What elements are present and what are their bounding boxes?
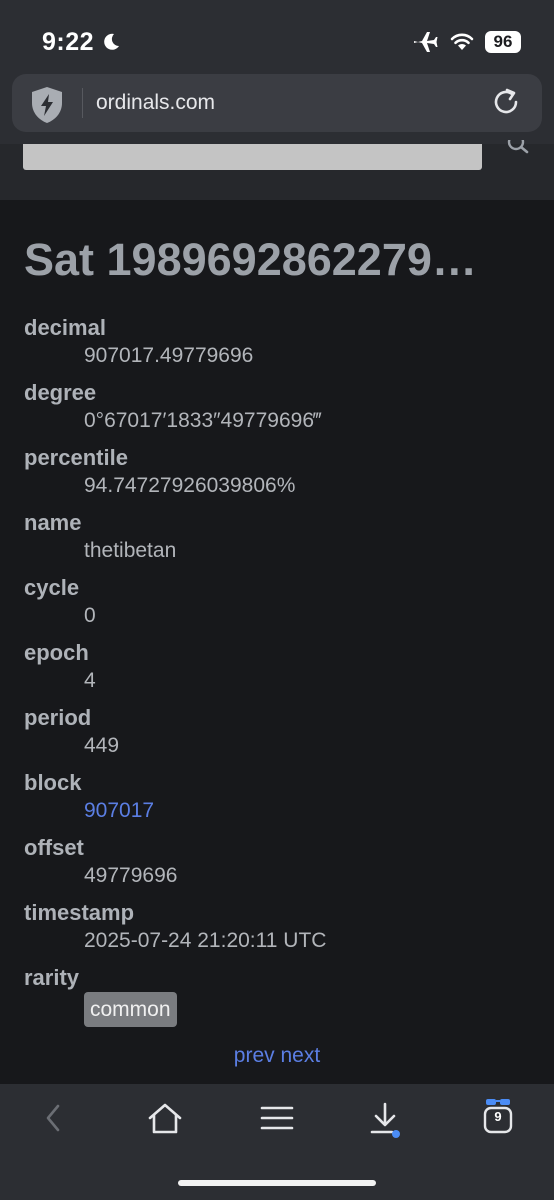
menu-button[interactable] bbox=[252, 1098, 302, 1142]
home-indicator[interactable] bbox=[178, 1180, 376, 1186]
field-value-cycle: 0 bbox=[84, 604, 96, 627]
field-label-name: name bbox=[24, 510, 82, 535]
search-icon[interactable] bbox=[506, 140, 532, 156]
home-icon bbox=[148, 1103, 182, 1134]
field-label-offset: offset bbox=[24, 835, 84, 860]
field-value-period: 449 bbox=[84, 734, 120, 757]
sat-detail: Sat 1989692862279… decimal 907017.497796… bbox=[0, 200, 554, 1084]
airplane-icon bbox=[414, 32, 438, 52]
back-button[interactable] bbox=[28, 1098, 78, 1142]
battery-level: 96 bbox=[485, 31, 521, 53]
next-link[interactable]: next bbox=[281, 1044, 321, 1067]
url-text[interactable]: ordinals.com bbox=[96, 91, 215, 115]
home-button[interactable] bbox=[140, 1098, 190, 1142]
tabs-button[interactable]: 9 bbox=[482, 1098, 532, 1142]
field-value-degree: 0°67017′1833″49779696‴ bbox=[84, 409, 322, 432]
field-label-epoch: epoch bbox=[24, 640, 89, 665]
download-icon bbox=[370, 1102, 396, 1134]
field-value-timestamp: 2025-07-24 21:20:11 UTC bbox=[84, 929, 327, 952]
field-label-percentile: percentile bbox=[24, 445, 128, 470]
field-label-period: period bbox=[24, 705, 92, 730]
prev-link[interactable]: prev bbox=[234, 1044, 275, 1067]
reload-icon[interactable] bbox=[490, 86, 522, 118]
site-header bbox=[0, 140, 554, 200]
search-input[interactable] bbox=[23, 144, 482, 170]
browser-chrome: ordinals.com bbox=[0, 72, 554, 144]
wifi-icon bbox=[450, 33, 474, 50]
field-label-cycle: cycle bbox=[24, 575, 80, 600]
field-value-decimal: 907017.49779696 bbox=[84, 344, 254, 367]
page-title: Sat 1989692862279… bbox=[24, 234, 477, 285]
menu-icon bbox=[260, 1106, 294, 1130]
field-label-decimal: decimal bbox=[24, 315, 106, 340]
pager: prev next bbox=[0, 1044, 554, 1068]
url-divider bbox=[82, 88, 83, 118]
address-bar[interactable]: ordinals.com bbox=[12, 74, 542, 132]
field-label-timestamp: timestamp bbox=[24, 900, 135, 925]
status-bar: 9:22 96 bbox=[0, 0, 554, 72]
field-value-percentile: 94.74727926039806% bbox=[84, 474, 296, 497]
status-time: 9:22 bbox=[42, 28, 95, 56]
back-icon bbox=[46, 1104, 60, 1132]
field-label-degree: degree bbox=[24, 380, 97, 405]
download-indicator-dot bbox=[392, 1130, 400, 1138]
rarity-badge: common bbox=[84, 992, 177, 1027]
moon-icon bbox=[104, 33, 119, 50]
field-label-block: block bbox=[24, 770, 82, 795]
field-value-block: 907017 bbox=[84, 797, 544, 834]
shield-icon[interactable] bbox=[30, 86, 64, 124]
downloads-button[interactable] bbox=[362, 1098, 412, 1142]
sat-properties: decimal 907017.49779696 degree 0°67017′1… bbox=[24, 314, 544, 1029]
field-label-rarity: rarity bbox=[24, 965, 80, 990]
tab-count: 9 bbox=[494, 1109, 502, 1124]
browser-toolbar: 9 bbox=[0, 1084, 554, 1200]
block-link[interactable]: 907017 bbox=[84, 799, 154, 822]
field-value-epoch: 4 bbox=[84, 669, 96, 692]
field-value-name: thetibetan bbox=[84, 539, 177, 562]
field-value-offset: 49779696 bbox=[84, 864, 178, 887]
field-value-rarity: common bbox=[84, 992, 544, 1029]
